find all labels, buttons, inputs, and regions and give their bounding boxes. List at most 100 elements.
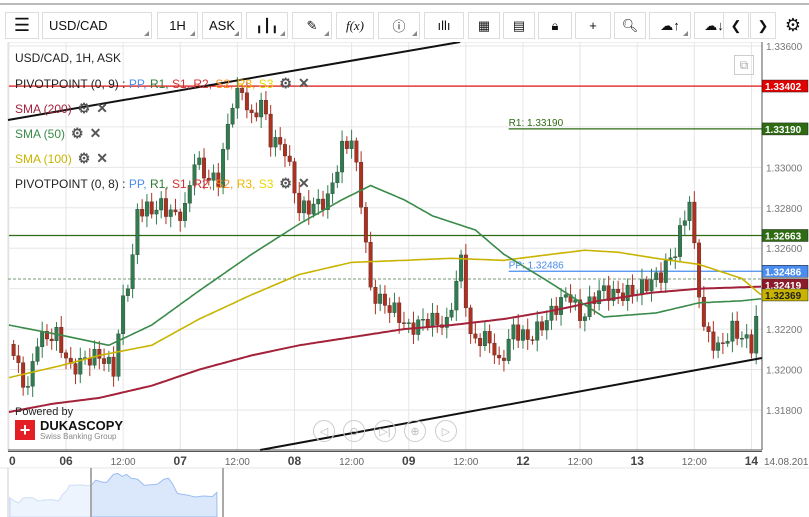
hamburger-icon: ☰ <box>13 15 31 35</box>
info-button[interactable]: ⓘ <box>378 12 420 39</box>
fx-icon: f(x) <box>345 17 365 33</box>
x-tick-label: 12:00 <box>339 457 364 468</box>
go-to-end-button[interactable]: ▷| <box>374 420 396 442</box>
navigator-handle-left[interactable] <box>90 468 92 517</box>
candle-body <box>25 386 30 388</box>
close-icon[interactable]: ✕ <box>298 175 310 192</box>
candle-body <box>530 339 535 341</box>
candle-body <box>363 207 368 243</box>
menu-button[interactable]: ☰ <box>5 12 39 39</box>
candle-body <box>749 334 754 354</box>
pan-left-button[interactable]: ◁ <box>313 420 335 442</box>
zoom-in-button[interactable]: ⊕ <box>404 420 426 442</box>
report-button[interactable]: ▤ <box>503 12 535 39</box>
brand-subtitle: Swiss Banking Group <box>40 432 117 441</box>
pivot-item-r3: R3, <box>236 177 259 191</box>
gear-icon[interactable]: ⚙ <box>71 125 84 142</box>
calendar-button[interactable]: ▦ <box>468 12 500 39</box>
candle-body <box>283 144 287 157</box>
indicators-button[interactable]: f(x) <box>336 12 374 39</box>
y-tick-label: 1.32800 <box>766 204 803 215</box>
crosshair-button[interactable]: + <box>575 12 611 39</box>
close-icon[interactable]: ✕ <box>298 75 310 92</box>
x-tick-label: 06 <box>59 454 73 468</box>
pivot-item-r2: R2, <box>193 177 216 191</box>
legend-sma-200: SMA (200) ⚙ ✕ <box>15 100 108 117</box>
y-tick-label: 1.32600 <box>766 244 803 255</box>
brand-name: DUKASCOPY <box>40 418 124 433</box>
close-icon[interactable]: ✕ <box>96 150 108 167</box>
upload-button[interactable]: ☁↑ <box>649 12 691 39</box>
candle-body <box>521 329 525 341</box>
candle-body <box>454 280 459 311</box>
scroll-right-button[interactable]: ❯ <box>750 12 776 39</box>
document-icon: ▤ <box>512 17 526 33</box>
candle-body <box>478 338 483 347</box>
x-tick-label: 14 <box>745 454 759 468</box>
candle-body <box>430 312 435 327</box>
y-tick-label: 1.33600 <box>766 42 803 53</box>
separator: : <box>118 177 129 191</box>
candle-body <box>330 182 335 194</box>
candle-body <box>682 220 687 226</box>
symbol-value: USD/CAD <box>49 18 108 33</box>
candle-body <box>254 112 259 118</box>
candle-body <box>344 140 349 149</box>
candle-body <box>482 331 487 347</box>
powered-by-text: Powered by <box>15 406 74 418</box>
candle-body <box>144 201 149 217</box>
pivot-item-r1: R1, <box>149 77 172 91</box>
swiss-cross-icon: + <box>15 420 35 440</box>
candle-body <box>354 140 359 163</box>
close-icon[interactable]: ✕ <box>96 100 108 117</box>
pan-right-button[interactable]: ▷ <box>435 420 457 442</box>
candle-body <box>368 241 373 288</box>
pivot-item-r2: R2, <box>193 77 216 91</box>
candle-body <box>268 113 273 148</box>
gear-icon[interactable]: ⚙ <box>78 150 91 167</box>
candle-body <box>678 225 682 257</box>
candle-body <box>321 198 325 210</box>
candle-body <box>335 171 340 183</box>
candle-body <box>492 342 497 356</box>
candle-body <box>406 322 411 324</box>
gear-icon[interactable]: ⚙ <box>78 100 91 117</box>
x-tick-label: 12:00 <box>568 457 593 468</box>
candle-body <box>378 293 383 304</box>
period-select[interactable]: 1H <box>157 12 198 39</box>
candle-body <box>563 294 568 298</box>
gear-icon[interactable]: ⚙ <box>279 75 292 92</box>
candle-body <box>706 326 711 332</box>
chart-type-button[interactable]: ╻┃╻ <box>246 12 288 39</box>
settings-button[interactable]: ⚙ <box>780 12 806 39</box>
candle-body <box>725 341 730 344</box>
candle-body <box>663 260 668 283</box>
price-badge-label: 1.33402 <box>765 82 802 93</box>
candle-body <box>149 201 154 215</box>
candle-body <box>102 358 107 364</box>
volume-button[interactable]: ıllı <box>424 12 464 39</box>
lock-button[interactable]: 🔒︎ <box>538 12 572 39</box>
chevron-left-icon: ❮ <box>730 17 742 33</box>
zoom-search-button[interactable]: 🔍︎ <box>614 12 646 39</box>
symbol-select[interactable]: USD/CAD <box>42 12 152 39</box>
cloud-upload-icon: ☁↑ <box>660 17 680 33</box>
candle-body <box>164 198 168 217</box>
popout-icon: ⧉ <box>739 57 749 72</box>
candle-body <box>287 155 292 162</box>
zoom-out-button[interactable]: ⊖ <box>343 420 365 442</box>
candle-body <box>744 334 749 339</box>
price-chart[interactable]: 1.336001.334001.332001.330001.328001.326… <box>0 40 809 517</box>
candle-body <box>49 338 54 342</box>
popout-button[interactable]: ⧉ <box>734 55 754 75</box>
navigator-handle-right[interactable] <box>222 468 224 517</box>
draw-button[interactable]: ✎ <box>292 12 332 39</box>
candle-body <box>244 92 249 111</box>
pivot-item-pp: PP, <box>128 77 150 91</box>
close-icon[interactable]: ✕ <box>90 125 102 142</box>
scroll-left-button[interactable]: ❮ <box>723 12 749 39</box>
side-select[interactable]: ASK <box>202 12 242 39</box>
y-tick-label: 1.32200 <box>766 325 803 336</box>
candle-body <box>11 344 16 356</box>
gear-icon[interactable]: ⚙ <box>279 175 292 192</box>
